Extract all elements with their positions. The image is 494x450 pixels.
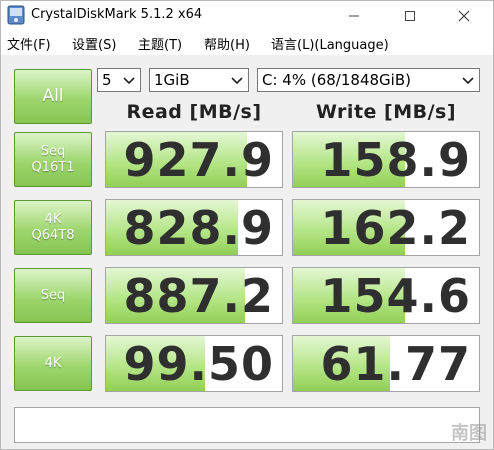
seq-write-value: 154.6: [320, 269, 471, 323]
4k-q64t8-write-value: 162.2: [320, 201, 471, 255]
minimize-button[interactable]: [331, 1, 377, 31]
4k-write-value: 61.77: [320, 337, 471, 391]
menu-settings[interactable]: 设置(S): [72, 34, 116, 53]
4k-q64t8-write-cell: 162.2: [292, 199, 480, 256]
chevron-down-icon: [231, 77, 243, 85]
watermark: 南图: [451, 423, 487, 444]
4k-write-cell: 61.77: [292, 335, 480, 392]
test-size-value: 1GiB: [154, 71, 190, 89]
seq-q16t1-write-value: 158.9: [320, 133, 471, 187]
seq-q16t1-read-value: 927.9: [123, 133, 274, 187]
seq-q16t1-write-cell: 158.9: [292, 131, 480, 188]
main-panel: All 5 1GiB C: 4% (68/1848GiB) Read [MB/s…: [1, 55, 493, 449]
seq-read-value: 887.2: [123, 269, 274, 323]
4k-q64t8-read-value: 828.9: [123, 201, 274, 255]
4k-read-value: 99.50: [123, 337, 274, 391]
disk-icon: [7, 5, 25, 25]
test-count-value: 5: [102, 71, 112, 89]
write-header: Write [MB/s]: [315, 101, 457, 123]
4k-q64t8-read-cell: 828.9: [105, 199, 283, 256]
test-size-select[interactable]: 1GiB: [149, 68, 249, 92]
window-title: CrystalDiskMark 5.1.2 x64: [31, 7, 203, 22]
comment-field[interactable]: [14, 407, 480, 443]
drive-select[interactable]: C: 4% (68/1848GiB): [257, 68, 480, 92]
maximize-icon: [405, 11, 415, 21]
seq-q16t1-button[interactable]: Seq Q16T1: [14, 132, 92, 187]
chevron-down-icon: [123, 77, 135, 85]
4k-button[interactable]: 4K: [14, 336, 92, 391]
close-icon: [458, 10, 470, 22]
read-header: Read [MB/s]: [126, 101, 262, 123]
chevron-down-icon: [462, 77, 474, 85]
menu-file[interactable]: 文件(F): [7, 34, 51, 53]
title-bar: CrystalDiskMark 5.1.2 x64: [1, 1, 493, 31]
menu-theme[interactable]: 主题(T): [138, 34, 182, 53]
close-button[interactable]: [441, 1, 487, 31]
menu-help[interactable]: 帮助(H): [204, 34, 250, 53]
maximize-button[interactable]: [387, 1, 433, 31]
minimize-icon: [349, 15, 359, 17]
menu-language[interactable]: 语言(L)(Language): [271, 34, 389, 53]
seq-q16t1-read-cell: 927.9: [105, 131, 283, 188]
4k-read-cell: 99.50: [105, 335, 283, 392]
4k-q64t8-button[interactable]: 4K Q64T8: [14, 200, 92, 255]
seq-read-cell: 887.2: [105, 267, 283, 324]
menu-bar: 文件(F) 设置(S) 主题(T) 帮助(H) 语言(L)(Language): [1, 31, 493, 55]
seq-write-cell: 154.6: [292, 267, 480, 324]
app-window: CrystalDiskMark 5.1.2 x64 文件(F) 设置(S) 主题…: [0, 0, 494, 450]
drive-value: C: 4% (68/1848GiB): [262, 71, 411, 89]
all-button[interactable]: All: [14, 69, 92, 124]
seq-button[interactable]: Seq: [14, 268, 92, 323]
test-count-select[interactable]: 5: [97, 68, 141, 92]
